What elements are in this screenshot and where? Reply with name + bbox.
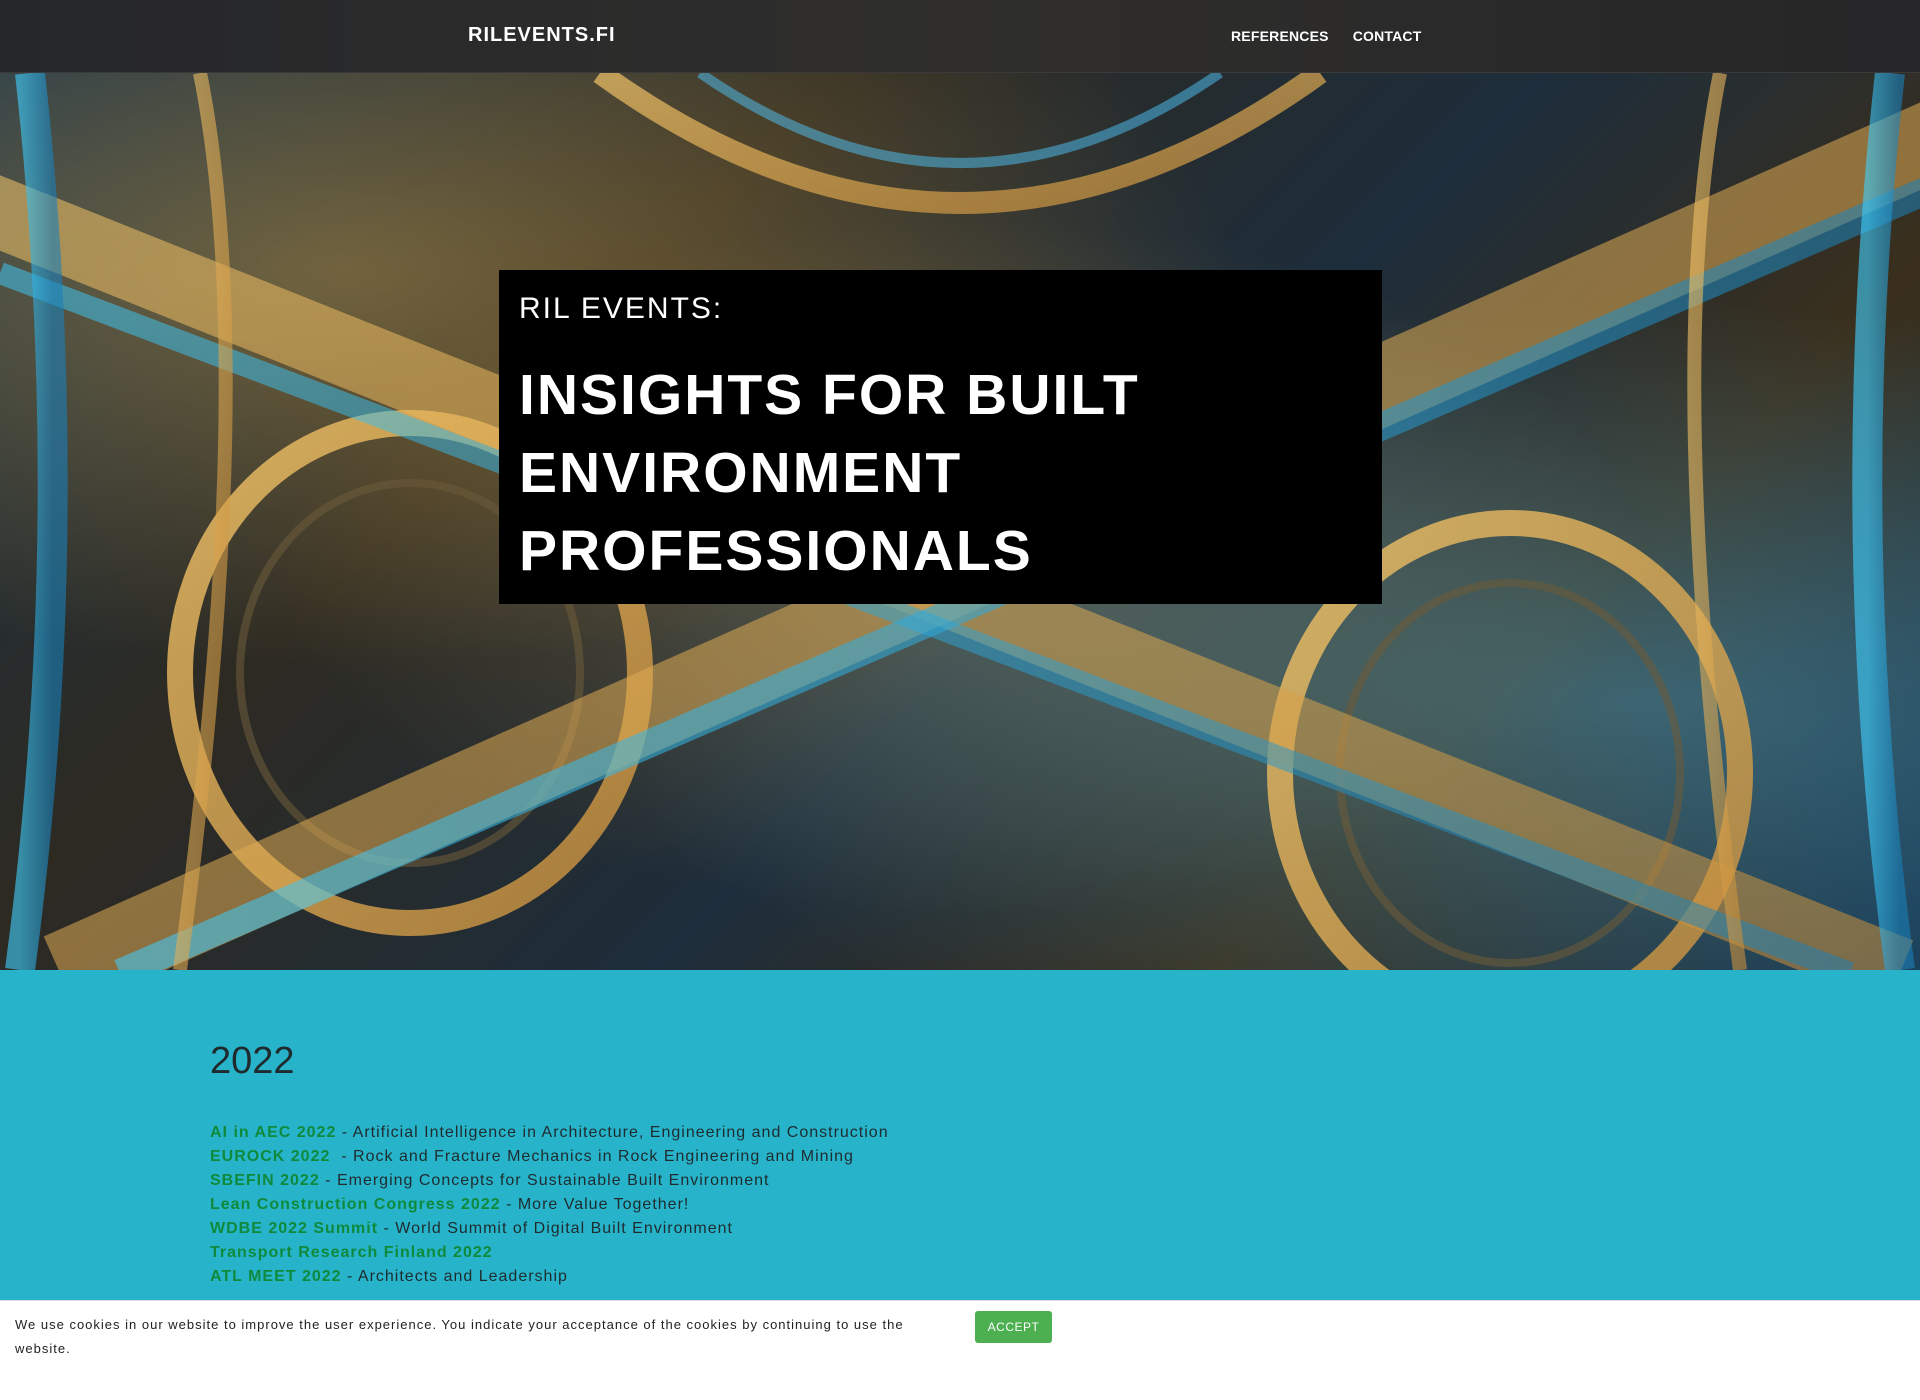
list-item: AI in AEC 2022 - Artificial Intelligence… — [210, 1121, 1710, 1145]
event-description: - More Value Together! — [500, 1196, 690, 1213]
list-item: EUROCK 2022 - Rock and Fracture Mechanic… — [210, 1145, 1710, 1169]
hero-kicker: RIL EVENTS: — [519, 292, 724, 325]
event-description: - Architects and Leadership — [341, 1268, 568, 1285]
accept-cookies-button[interactable]: ACCEPT — [975, 1311, 1052, 1343]
event-link[interactable]: SBEFIN 2022 — [210, 1172, 320, 1189]
brand-logo-link[interactable]: RILEVENTS.FI — [468, 24, 616, 47]
hero-title-line: ENVIRONMENT — [519, 441, 963, 505]
event-link[interactable]: EUROCK 2022 — [210, 1148, 330, 1165]
top-navbar: RILEVENTS.FI REFERENCES CONTACT — [0, 0, 1920, 73]
list-item: Lean Construction Congress 2022 - More V… — [210, 1193, 1710, 1217]
event-link[interactable]: ATL MEET 2022 — [210, 1268, 342, 1285]
event-description: - Rock and Fracture Mechanics in Rock En… — [330, 1148, 854, 1165]
list-item: Transport Research Finland 2022 — [210, 1241, 1710, 1265]
events-section: 2022 AI in AEC 2022 - Artificial Intelli… — [210, 1040, 1710, 1289]
event-description: - Artificial Intelligence in Architectur… — [336, 1124, 889, 1141]
hero-title-line: PROFESSIONALS — [519, 519, 1033, 583]
hero-headline-box: RIL EVENTS: INSIGHTS FOR BUILT ENVIRONME… — [499, 270, 1382, 604]
list-item: WDBE 2022 Summit - World Summit of Digit… — [210, 1217, 1710, 1241]
event-description: - Emerging Concepts for Sustainable Buil… — [319, 1172, 770, 1189]
list-item: SBEFIN 2022 - Emerging Concepts for Sust… — [210, 1169, 1710, 1193]
nav-references-link[interactable]: REFERENCES — [1231, 28, 1329, 44]
list-item: ATL MEET 2022 - Architects and Leadershi… — [210, 1265, 1710, 1289]
year-heading: 2022 — [210, 1040, 295, 1082]
event-link[interactable]: Transport Research Finland 2022 — [210, 1244, 493, 1261]
main-nav: REFERENCES CONTACT — [1231, 28, 1421, 44]
nav-contact-link[interactable]: CONTACT — [1353, 28, 1422, 44]
event-link[interactable]: Lean Construction Congress 2022 — [210, 1196, 501, 1213]
hero-banner: RIL EVENTS: INSIGHTS FOR BUILT ENVIRONME… — [0, 73, 1920, 970]
events-list: AI in AEC 2022 - Artificial Intelligence… — [210, 1121, 1710, 1289]
event-link[interactable]: AI in AEC 2022 — [210, 1124, 336, 1141]
hero-title-line: INSIGHTS FOR BUILT — [519, 363, 1140, 427]
event-link[interactable]: WDBE 2022 Summit — [210, 1220, 378, 1237]
cookie-notice-text: We use cookies in our website to improve… — [15, 1317, 904, 1356]
hero-title: INSIGHTS FOR BUILT ENVIRONMENT PROFESSIO… — [519, 356, 1362, 590]
event-description: - World Summit of Digital Built Environm… — [378, 1220, 733, 1237]
cookie-banner: We use cookies in our website to improve… — [0, 1300, 1920, 1400]
